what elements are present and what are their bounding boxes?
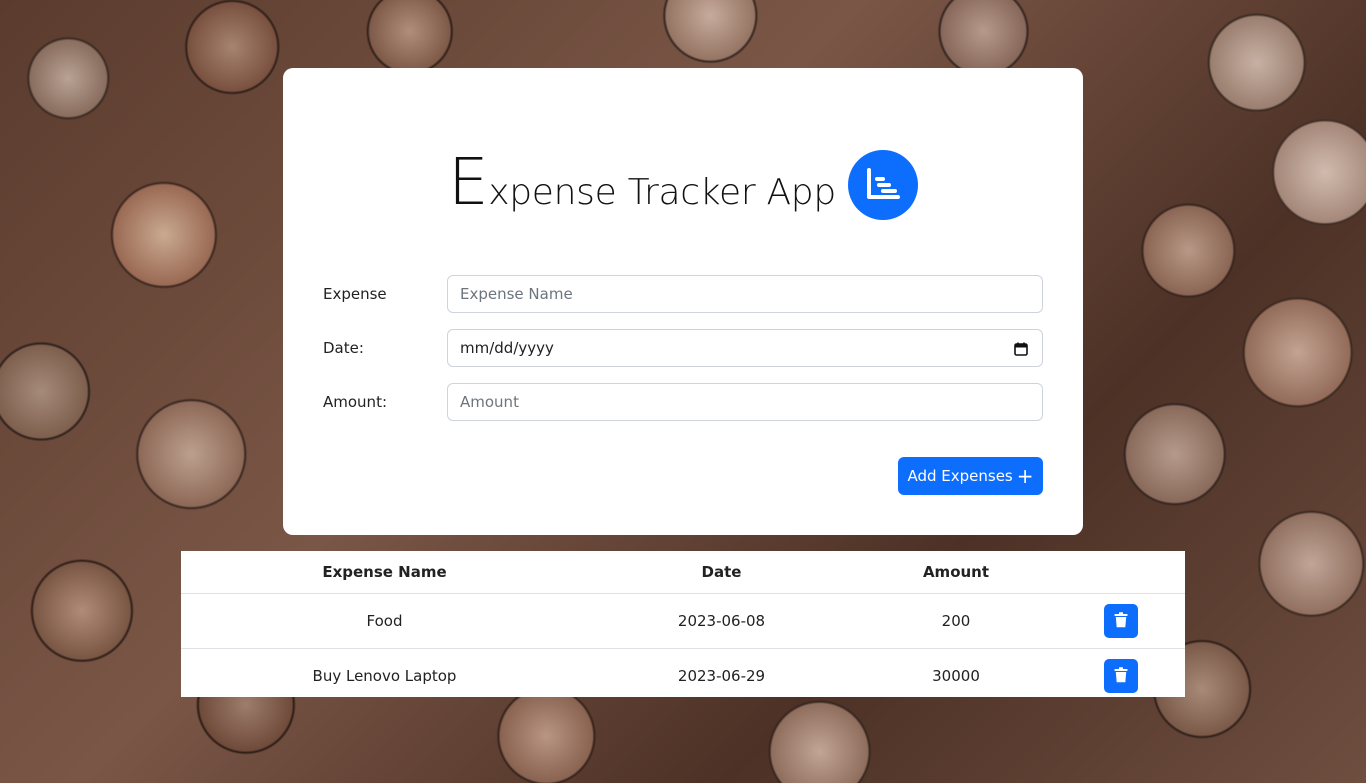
- trash-icon: [1114, 611, 1128, 631]
- date-label: Date:: [323, 339, 364, 357]
- date-row: Date: mm/dd/yyyy: [323, 329, 1043, 367]
- amount-field-wrap: [447, 383, 1043, 421]
- cell-actions: [1057, 593, 1185, 649]
- amount-input[interactable]: [448, 384, 1042, 420]
- delete-button[interactable]: [1104, 659, 1138, 693]
- header-expense-name: Expense Name: [322, 563, 447, 581]
- title-first-letter: E: [448, 146, 489, 220]
- title-rest: xpense Tracker App: [488, 172, 836, 213]
- trash-icon: [1114, 666, 1128, 686]
- table-row: Food 2023-06-08 200: [181, 593, 1185, 649]
- expense-field-wrap: [447, 275, 1043, 313]
- app-title: Expense Tracker App: [448, 151, 836, 215]
- plus-icon: +: [1016, 464, 1034, 488]
- app-header: Expense Tracker App: [283, 148, 1083, 220]
- expense-form-card: Expense Tracker App Expense Date: mm/dd/…: [283, 68, 1083, 535]
- cell-date: 2023-06-29: [588, 648, 855, 703]
- add-expenses-label: Add Expenses: [907, 467, 1013, 485]
- expenses-table: Expense Name Date Amount Food 2023-06-08…: [181, 551, 1185, 703]
- table-header-row: Expense Name Date Amount: [181, 551, 1185, 594]
- date-input[interactable]: mm/dd/yyyy: [447, 329, 1043, 367]
- header-actions: [1057, 551, 1185, 594]
- amount-label: Amount:: [323, 393, 387, 411]
- amount-row: Amount:: [323, 383, 1043, 421]
- add-expenses-button[interactable]: Add Expenses +: [898, 457, 1043, 495]
- cell-expense-name: Food: [181, 593, 588, 649]
- cell-amount: 200: [855, 593, 1057, 649]
- date-input-text: mm/dd/yyyy: [460, 339, 554, 357]
- delete-button[interactable]: [1104, 604, 1138, 638]
- cell-amount: 30000: [855, 648, 1057, 703]
- expense-label: Expense: [323, 285, 387, 303]
- expense-name-input[interactable]: [448, 276, 1042, 312]
- header-date: Date: [701, 563, 742, 581]
- cell-expense-name: Buy Lenovo Laptop: [181, 648, 588, 703]
- chart-gantt-icon: [847, 150, 918, 220]
- expense-row: Expense: [323, 275, 1043, 313]
- table-row: Buy Lenovo Laptop 2023-06-29 30000: [181, 648, 1185, 703]
- header-amount: Amount: [922, 563, 990, 581]
- cell-date: 2023-06-08: [588, 593, 855, 649]
- cell-actions: [1057, 648, 1185, 703]
- calendar-icon[interactable]: [1014, 341, 1028, 360]
